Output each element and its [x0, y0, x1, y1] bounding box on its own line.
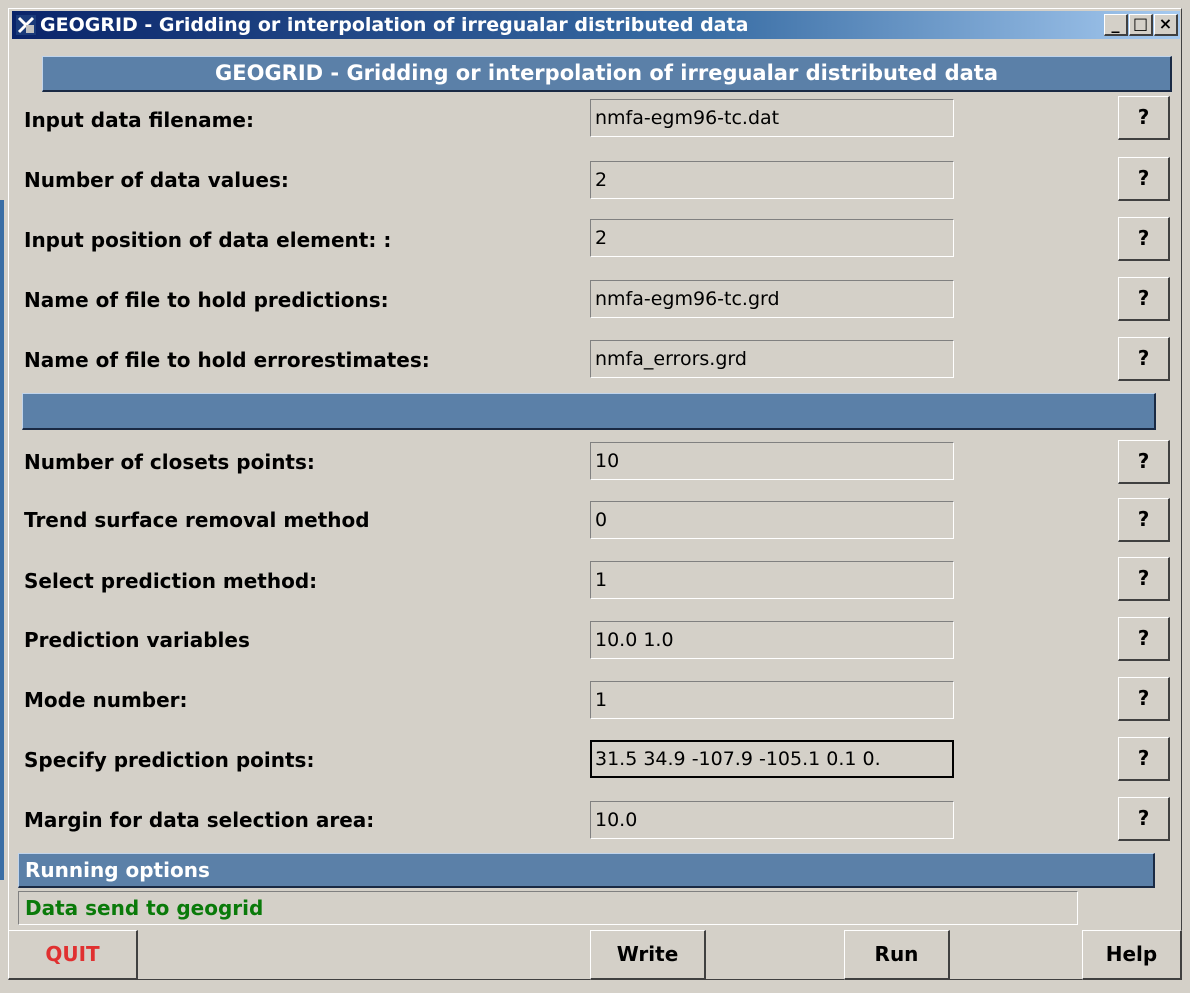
error-estimates-file-field[interactable]: nmfa_errors.grd	[590, 340, 954, 378]
help-predictions-file-button[interactable]: ?	[1118, 277, 1170, 321]
input-data-filename-field[interactable]: nmfa-egm96-tc.dat	[590, 99, 954, 137]
quit-button[interactable]: QUIT	[8, 930, 138, 980]
help-button[interactable]: Help	[1082, 930, 1182, 980]
help-closest-points-button[interactable]: ?	[1118, 440, 1170, 484]
title-bar[interactable]: GEOGRID - Gridding or interpolation of i…	[12, 11, 1180, 39]
closest-points-field[interactable]: 10	[590, 442, 954, 480]
mode-number-label: Mode number:	[24, 688, 188, 712]
prediction-variables-field[interactable]: 10.0 1.0	[590, 621, 954, 659]
help-input-data-filename-button[interactable]: ?	[1118, 96, 1170, 140]
x-app-icon	[16, 15, 36, 35]
mode-number-field[interactable]: 1	[590, 681, 954, 719]
prediction-method-field[interactable]: 1	[590, 561, 954, 599]
minimize-button[interactable]: _	[1104, 14, 1128, 36]
help-prediction-variables-button[interactable]: ?	[1118, 617, 1170, 661]
section-separator-bar	[22, 393, 1156, 430]
close-button[interactable]: ×	[1154, 14, 1178, 36]
maximize-button[interactable]: □	[1129, 14, 1153, 36]
write-button[interactable]: Write	[590, 930, 706, 980]
prediction-points-field[interactable]: 31.5 34.9 -107.9 -105.1 0.1 0.	[590, 740, 954, 778]
closest-points-label: Number of closets points:	[24, 450, 315, 474]
help-input-position-button[interactable]: ?	[1118, 217, 1170, 261]
number-of-data-values-label: Number of data values:	[24, 168, 289, 192]
help-mode-number-button[interactable]: ?	[1118, 677, 1170, 721]
number-of-data-values-field[interactable]: 2	[590, 161, 954, 199]
prediction-method-label: Select prediction method:	[24, 569, 318, 593]
window-title: GEOGRID - Gridding or interpolation of i…	[40, 14, 749, 36]
margin-field[interactable]: 10.0	[590, 801, 954, 839]
input-data-filename-label: Input data filename:	[24, 108, 254, 132]
run-button[interactable]: Run	[844, 930, 950, 980]
error-estimates-file-label: Name of file to hold errorestimates:	[24, 348, 430, 372]
help-prediction-method-button[interactable]: ?	[1118, 557, 1170, 601]
margin-label: Margin for data selection area:	[24, 808, 375, 832]
input-position-field[interactable]: 2	[590, 219, 954, 257]
input-position-label: Input position of data element: :	[24, 228, 392, 252]
help-trend-surface-button[interactable]: ?	[1118, 498, 1170, 542]
status-message: Data send to geogrid	[18, 891, 1078, 925]
prediction-points-label: Specify prediction points:	[24, 748, 315, 772]
help-error-estimates-file-button[interactable]: ?	[1118, 337, 1170, 381]
help-margin-button[interactable]: ?	[1118, 797, 1170, 841]
form-title-bar: GEOGRID - Gridding or interpolation of i…	[42, 56, 1172, 92]
trend-surface-field[interactable]: 0	[590, 501, 954, 539]
prediction-variables-label: Prediction variables	[24, 628, 250, 652]
trend-surface-label: Trend surface removal method	[24, 508, 370, 532]
predictions-file-label: Name of file to hold predictions:	[24, 288, 389, 312]
help-prediction-points-button[interactable]: ?	[1118, 737, 1170, 781]
window-left-edge	[0, 200, 4, 880]
running-options-bar: Running options	[18, 853, 1155, 888]
predictions-file-field[interactable]: nmfa-egm96-tc.grd	[590, 280, 954, 318]
help-number-of-data-values-button[interactable]: ?	[1118, 157, 1170, 201]
